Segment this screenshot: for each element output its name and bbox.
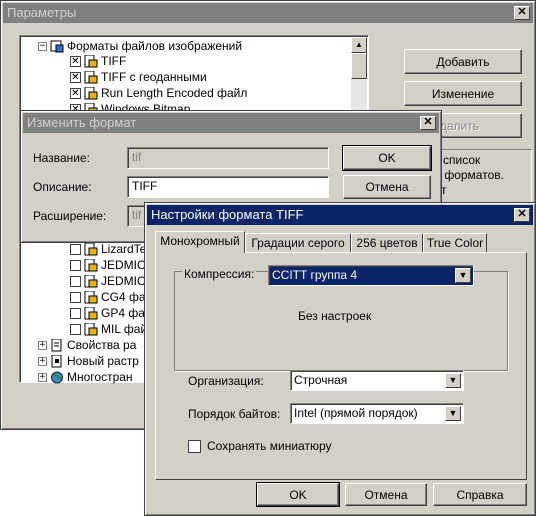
file-format-icon: [84, 258, 98, 272]
description-text: х форматов.: [435, 168, 504, 182]
tree-node-label: TIFF: [101, 54, 127, 68]
byte-order-select[interactable]: Intel (прямой порядок) ▼: [290, 403, 464, 424]
tree-node-multipage[interactable]: + Многостран: [38, 370, 133, 385]
file-format-icon: [84, 306, 98, 320]
tree-node-label: Свойства ра: [67, 338, 137, 352]
close-icon[interactable]: ✕: [514, 208, 530, 222]
organization-label: Организация:: [188, 374, 264, 388]
file-format-icon: [84, 290, 98, 304]
chevron-down-icon[interactable]: ▼: [445, 406, 461, 421]
organization-select[interactable]: Строчная ▼: [290, 370, 464, 391]
file-format-icon: [84, 242, 98, 256]
tree-node-tiff[interactable]: ✕ TIFF: [70, 54, 126, 69]
help-button[interactable]: Справка: [433, 483, 527, 506]
properties-icon: [50, 338, 64, 352]
extension-label: Расширение:: [33, 209, 107, 223]
tiff-settings-dialog: Настройки формата TIFF ✕ Монохромный Гра…: [144, 202, 536, 516]
checkbox-unchecked[interactable]: [70, 260, 81, 271]
tab-grayscale[interactable]: Градации серого: [245, 233, 351, 253]
tab-panel: Компрессия: CCITT группа 4 ▼ Без настрое…: [155, 252, 527, 480]
globe-icon: [50, 371, 64, 384]
tree-node-label: Новый растр: [67, 354, 139, 368]
tree-node-label: Run Length Encoded файл: [101, 86, 248, 100]
cancel-button[interactable]: Отмена: [345, 483, 427, 506]
compression-label: Компрессия:: [182, 267, 257, 281]
tree-node-tiff-geo[interactable]: ✕ TIFF с геоданными: [70, 70, 207, 85]
checkbox-checked[interactable]: ✕: [70, 56, 81, 67]
checkbox-unchecked[interactable]: [70, 292, 81, 303]
thumbnail-label: Сохранять миниатюру: [207, 439, 332, 453]
tree-node-label: Форматы файлов изображений: [67, 39, 243, 53]
thumbnail-checkbox[interactable]: [188, 439, 201, 453]
tiff-settings-titlebar[interactable]: Настройки формата TIFF: [147, 205, 533, 225]
tree-node-raster-props[interactable]: + Свойства ра: [38, 338, 136, 353]
dialog-title: Изменить формат: [27, 115, 137, 130]
checkbox-unchecked[interactable]: [70, 324, 81, 335]
chevron-down-icon[interactable]: ▼: [445, 373, 461, 388]
expand-icon[interactable]: +: [38, 373, 47, 382]
tree-node-rle[interactable]: ✕ Run Length Encoded файл: [70, 86, 247, 101]
chevron-down-icon[interactable]: ▼: [455, 268, 471, 283]
description-field[interactable]: TIFF: [127, 176, 329, 198]
scroll-up-icon[interactable]: ▲: [351, 37, 367, 53]
format-group-icon: [50, 40, 64, 53]
scroll-thumb[interactable]: [351, 53, 367, 79]
tree-node-jedmics1[interactable]: JEDMICS: [70, 258, 154, 273]
tree-node-lizard[interactable]: LizardTe: [70, 242, 146, 257]
no-settings-text: Без настроек: [298, 309, 372, 323]
edit-format-titlebar[interactable]: Изменить формат: [23, 113, 439, 133]
close-icon[interactable]: ✕: [514, 6, 530, 20]
tab-monochrome[interactable]: Монохромный: [155, 231, 245, 253]
tree-node-label: LizardTe: [101, 242, 147, 256]
collapse-icon[interactable]: −: [38, 42, 47, 51]
checkbox-unchecked[interactable]: [70, 276, 81, 287]
tab-true-color[interactable]: True Color: [423, 233, 487, 253]
description-text: список: [443, 153, 481, 167]
dialog-title: Настройки формата TIFF: [151, 207, 304, 222]
tab-256-colors[interactable]: 256 цветов: [351, 233, 423, 253]
description-label: Описание:: [33, 180, 92, 194]
tree-node-label: Многостран: [67, 370, 133, 384]
add-button[interactable]: Добавить: [404, 49, 522, 74]
new-raster-icon: [50, 354, 64, 368]
close-icon[interactable]: ✕: [420, 116, 436, 130]
tree-node-new-raster[interactable]: + Новый растр: [38, 354, 139, 369]
byte-order-value: Intel (прямой порядок): [294, 406, 418, 420]
parameters-titlebar[interactable]: Параметры: [3, 3, 533, 23]
file-format-icon: [84, 322, 98, 336]
tree-node-label: TIFF с геоданными: [101, 70, 207, 84]
name-label: Название:: [33, 151, 90, 165]
tree-node-root[interactable]: − Форматы файлов изображений: [38, 39, 242, 54]
expand-icon[interactable]: +: [38, 357, 47, 366]
ok-button[interactable]: OK: [342, 145, 432, 171]
tree-node-jedmics2[interactable]: JEDMICS: [70, 274, 154, 289]
organization-value: Строчная: [294, 373, 348, 387]
tree-node-mil[interactable]: MIL файл: [70, 322, 154, 337]
cancel-button[interactable]: Отмена: [343, 175, 431, 199]
checkbox-checked[interactable]: ✕: [70, 88, 81, 99]
byte-order-label: Порядок байтов:: [188, 407, 281, 421]
window-title: Параметры: [7, 5, 77, 20]
ok-button[interactable]: OK: [256, 482, 340, 507]
expand-icon[interactable]: +: [38, 341, 47, 350]
checkbox-unchecked[interactable]: [70, 308, 81, 319]
thumbnail-checkbox-row[interactable]: Сохранять миниатюру: [188, 439, 332, 453]
file-format-icon: [84, 86, 98, 100]
change-button[interactable]: Изменение: [404, 81, 522, 106]
file-format-icon: [84, 70, 98, 84]
checkbox-unchecked[interactable]: [70, 244, 81, 255]
compression-value: CCITT группа 4: [272, 268, 358, 282]
file-format-icon: [84, 54, 98, 68]
file-format-icon: [84, 274, 98, 288]
checkbox-checked[interactable]: ✕: [70, 72, 81, 83]
name-field[interactable]: tif: [127, 147, 329, 169]
compression-select[interactable]: CCITT группа 4 ▼: [268, 265, 474, 286]
